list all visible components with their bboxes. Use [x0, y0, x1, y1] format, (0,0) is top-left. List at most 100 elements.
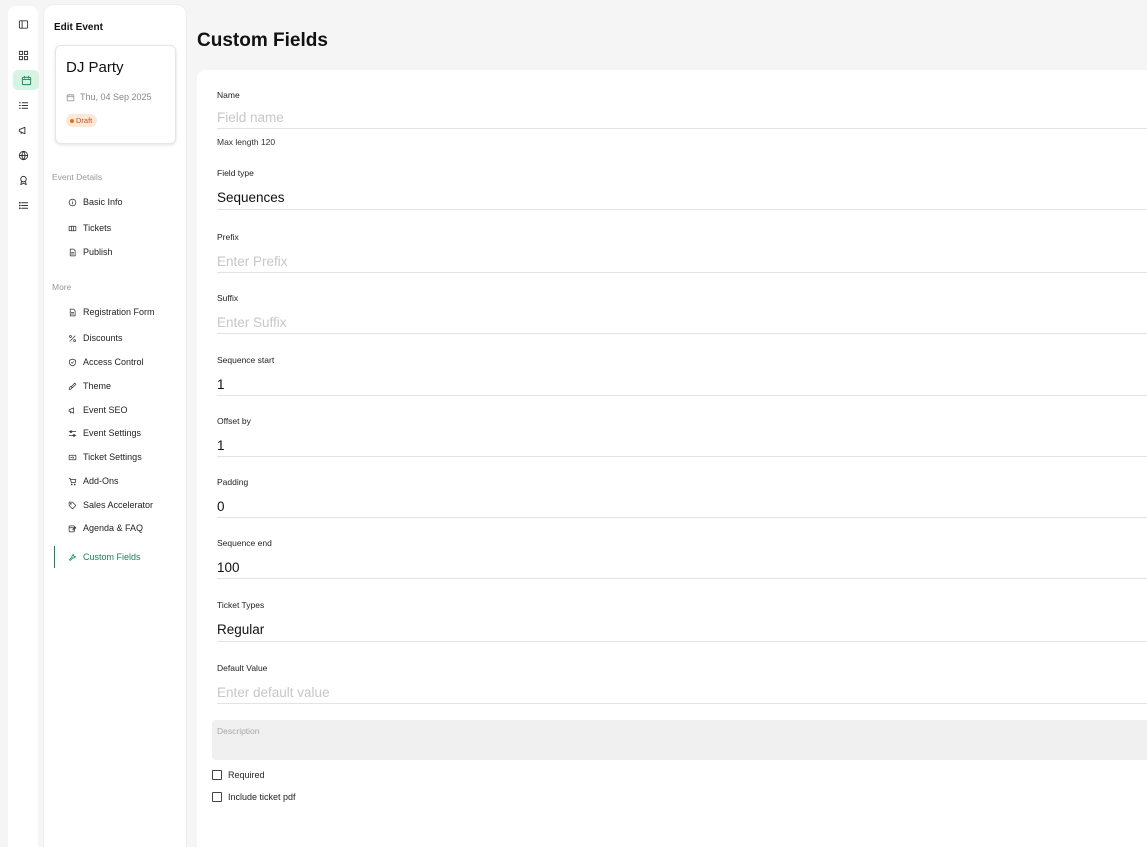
offset-by-label: Offset by — [217, 416, 251, 426]
name-input[interactable] — [217, 107, 1147, 129]
prefix-label: Prefix — [217, 232, 239, 242]
field-type-label: Field type — [217, 168, 254, 178]
sidebar-item-discounts[interactable]: Discounts — [68, 330, 123, 346]
settings-sliders-icon — [68, 429, 77, 437]
event-name: DJ Party — [66, 59, 124, 76]
padding-field: Padding — [217, 477, 1147, 518]
sidebar-item-label: Publish — [83, 247, 113, 257]
percent-icon — [69, 334, 76, 342]
name-label: Name — [217, 90, 240, 100]
ticket-settings-icon — [68, 454, 77, 460]
sidebar-item-publish[interactable]: Publish — [68, 244, 113, 260]
suffix-input[interactable] — [217, 312, 1147, 334]
sidebar-item-label: Ticket Settings — [83, 452, 142, 462]
cart-icon — [68, 477, 77, 485]
sidebar-item-theme[interactable]: Theme — [68, 378, 111, 394]
award-icon[interactable] — [12, 170, 34, 190]
dashboard-icon[interactable] — [12, 45, 34, 65]
event-date: Thu, 04 Sep 2025 — [66, 92, 152, 102]
shield-icon — [69, 358, 76, 366]
sidebar-item-agenda-faq[interactable]: Agenda & FAQ — [68, 520, 143, 536]
sequence-start-label: Sequence start — [217, 355, 275, 365]
include-ticket-pdf-checkbox-box[interactable] — [212, 792, 222, 802]
event-summary-card: DJ Party Thu, 04 Sep 2025 Draft — [55, 45, 176, 144]
ticket-types-field: Ticket Types Regular — [217, 600, 1147, 642]
required-checkbox[interactable]: Required — [212, 770, 265, 780]
document-icon — [69, 248, 76, 256]
sidebar-item-custom-fields[interactable]: Custom Fields — [68, 549, 141, 565]
sequence-start-field: Sequence start — [217, 355, 1147, 396]
sidebar-item-label: Discounts — [83, 333, 123, 343]
sidebar-title: Edit Event — [54, 22, 103, 33]
include-ticket-pdf-checkbox-label: Include ticket pdf — [228, 792, 296, 802]
prefix-input[interactable] — [217, 251, 1147, 273]
sidebar-item-registration-form[interactable]: Registration Form — [68, 304, 155, 320]
required-checkbox-label: Required — [228, 770, 265, 780]
required-checkbox-box[interactable] — [212, 770, 222, 780]
sidebar-item-label: Event SEO — [83, 405, 128, 415]
sidebar-item-event-settings[interactable]: Event Settings — [68, 425, 141, 441]
sidebar-item-tickets[interactable]: Tickets — [68, 220, 111, 236]
sequence-end-input[interactable] — [217, 557, 1147, 579]
events-calendar-icon[interactable] — [13, 70, 39, 90]
section-heading-event-details: Event Details — [52, 172, 103, 182]
name-field: Name — [217, 90, 1147, 129]
ticket-types-select[interactable]: Regular — [217, 619, 1147, 642]
status-badge: Draft — [66, 114, 98, 127]
offset-by-input[interactable] — [217, 435, 1147, 457]
sidebar-item-label: Theme — [83, 381, 112, 391]
calendar-edit-icon — [68, 525, 77, 532]
sidebar-item-label: Sales Accelerator — [83, 500, 154, 510]
default-value-input[interactable] — [217, 682, 1147, 704]
sidebar-item-event-seo[interactable]: Event SEO — [68, 402, 128, 418]
description-textarea[interactable] — [212, 720, 1147, 760]
list-ordered-icon[interactable] — [12, 95, 34, 115]
edit-event-sidebar: Edit Event DJ Party Thu, 04 Sep 2025 Dra… — [44, 5, 186, 847]
sequence-end-field: Sequence end — [217, 538, 1147, 579]
ticket-types-label: Ticket Types — [217, 600, 265, 610]
section-heading-more: More — [52, 282, 72, 292]
paintbrush-icon — [68, 382, 77, 390]
field-type-field: Field type Sequences — [217, 168, 1147, 210]
sidebar-item-access-control[interactable]: Access Control — [68, 354, 144, 370]
globe-icon[interactable] — [12, 145, 34, 165]
sidebar-item-label: Add-Ons — [83, 476, 119, 486]
suffix-field: Suffix — [217, 293, 1147, 334]
ticket-icon — [68, 225, 77, 231]
sidebar-item-sales-accelerator[interactable]: Sales Accelerator — [68, 497, 153, 513]
sidebar-item-label: Event Settings — [83, 428, 142, 438]
sidebar-item-label: Custom Fields — [83, 552, 141, 562]
status-badge-label: Draft — [76, 116, 93, 125]
sidebar-toggle-icon[interactable] — [12, 14, 34, 34]
offset-by-field: Offset by — [217, 416, 1147, 457]
sidebar-item-label: Basic Info — [83, 197, 123, 207]
page-title: Custom Fields — [197, 30, 328, 51]
form-icon — [69, 308, 76, 316]
default-value-label: Default Value — [217, 663, 268, 673]
sidebar-item-add-ons[interactable]: Add-Ons — [68, 473, 119, 489]
name-max-length-hint: Max length 120 — [217, 137, 276, 147]
suffix-label: Suffix — [217, 293, 239, 303]
sequence-end-label: Sequence end — [217, 538, 272, 548]
list-icon[interactable] — [12, 195, 34, 215]
wrench-icon — [69, 553, 76, 561]
sidebar-item-ticket-settings[interactable]: Ticket Settings — [68, 449, 142, 465]
event-date-text: Thu, 04 Sep 2025 — [80, 92, 152, 102]
custom-field-form: Name Max length 120 Field type Sequences… — [197, 70, 1147, 847]
status-dot-icon — [70, 118, 74, 123]
sidebar-item-label: Tickets — [83, 223, 112, 233]
sidebar-item-label: Agenda & FAQ — [83, 523, 144, 533]
padding-input[interactable] — [217, 496, 1147, 518]
active-item-indicator — [54, 546, 55, 568]
field-type-select[interactable]: Sequences — [217, 187, 1147, 210]
megaphone-icon — [68, 407, 74, 413]
sidebar-item-label: Access Control — [83, 357, 144, 367]
megaphone-icon[interactable] — [12, 120, 34, 140]
padding-label: Padding — [217, 477, 249, 487]
sidebar-item-label: Registration Form — [83, 307, 155, 317]
sequence-start-input[interactable] — [217, 374, 1147, 396]
prefix-field: Prefix — [217, 232, 1147, 273]
include-ticket-pdf-checkbox[interactable]: Include ticket pdf — [212, 792, 296, 802]
calendar-icon — [66, 93, 75, 101]
sidebar-item-basic-info[interactable]: Basic Info — [68, 194, 123, 210]
